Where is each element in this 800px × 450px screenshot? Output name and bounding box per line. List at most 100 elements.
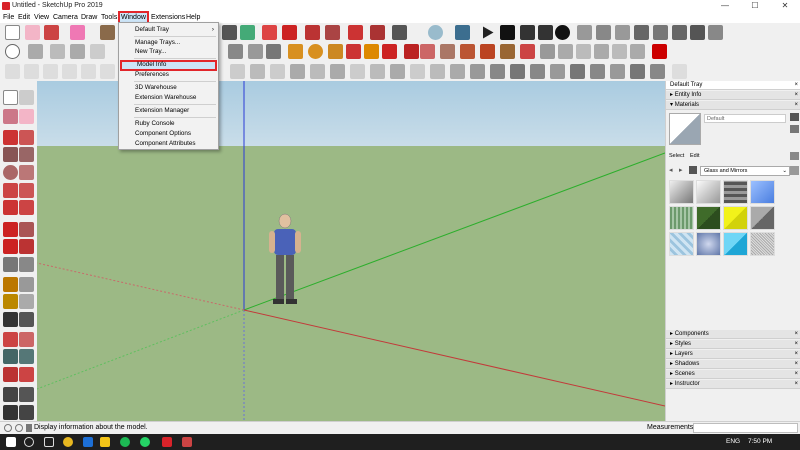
geo-location-icon[interactable] — [428, 25, 443, 40]
texture-icon-10[interactable] — [650, 64, 665, 79]
menu-help[interactable]: Help — [185, 13, 201, 22]
zoom-window-left-icon[interactable] — [19, 349, 34, 364]
sketchup-taskbar-icon[interactable] — [162, 437, 172, 447]
style-icon-4[interactable] — [62, 64, 77, 79]
close-button[interactable]: ✕ — [770, 0, 800, 12]
look-around-left-icon[interactable] — [19, 387, 34, 402]
previous-view-icon[interactable] — [500, 44, 515, 59]
previous-icon[interactable] — [19, 367, 34, 382]
material-name-field[interactable]: Default — [704, 114, 786, 123]
solid-tools-icon[interactable] — [615, 25, 630, 40]
look-around-icon[interactable] — [420, 44, 435, 59]
warehouse-icon[interactable] — [455, 25, 470, 40]
paint-bucket-icon[interactable] — [392, 25, 407, 40]
text-tool-icon[interactable] — [325, 25, 340, 40]
material-swatch[interactable] — [723, 206, 748, 230]
details-icon[interactable] — [790, 166, 799, 175]
line-icon[interactable] — [3, 130, 18, 145]
edge-style-icon-3[interactable] — [390, 64, 405, 79]
layers-header[interactable]: ▸ Layers × — [666, 350, 800, 359]
move-icon[interactable] — [3, 222, 18, 237]
menu-item-ruby-console[interactable]: Ruby Console — [120, 120, 217, 128]
components-header[interactable]: ▸ Components × — [666, 330, 800, 339]
axes-tool-icon-left[interactable] — [3, 312, 18, 327]
material-swatch[interactable] — [696, 180, 721, 204]
menu-draw[interactable]: Draw — [80, 13, 98, 22]
close-icon[interactable]: × — [794, 81, 798, 90]
zoom-extents-icon[interactable] — [480, 44, 495, 59]
section-cut-icon[interactable] — [382, 44, 397, 59]
stop-icon[interactable] — [500, 25, 515, 40]
edge-style-icon-1[interactable] — [350, 64, 365, 79]
shadows-icon[interactable] — [672, 25, 687, 40]
texture-icon-2[interactable] — [490, 64, 505, 79]
menu-view[interactable]: View — [33, 13, 50, 22]
walk-left-icon[interactable] — [3, 405, 18, 420]
credits-icon[interactable] — [15, 424, 23, 432]
menu-edit[interactable]: Edit — [17, 13, 31, 22]
zoom-extents-left-icon[interactable] — [3, 367, 18, 382]
protractor-tool-icon[interactable] — [3, 294, 18, 309]
create-material-icon[interactable] — [790, 113, 799, 121]
section-plane-icon[interactable] — [370, 25, 385, 40]
paint-tool-icon[interactable] — [346, 44, 361, 59]
style-icon-3[interactable] — [43, 64, 58, 79]
edge-style-icon-5[interactable] — [430, 64, 445, 79]
scale-icon[interactable] — [3, 257, 18, 272]
position-camera-left-icon[interactable] — [3, 387, 18, 402]
menu-item-3d-warehouse[interactable]: 3D Warehouse — [120, 84, 217, 92]
face-style-icon-4[interactable] — [290, 64, 305, 79]
material-swatch[interactable] — [696, 232, 721, 256]
close-icon[interactable]: × — [794, 360, 798, 369]
layers-icon[interactable] — [577, 25, 592, 40]
material-swatch[interactable] — [669, 206, 694, 230]
back-view-icon[interactable] — [612, 44, 627, 59]
texture-icon-8[interactable] — [610, 64, 625, 79]
rotate-icon[interactable] — [3, 239, 18, 254]
axes-icon[interactable] — [364, 44, 379, 59]
style-icon-5[interactable] — [81, 64, 96, 79]
material-swatch[interactable] — [750, 232, 775, 256]
edge-style-icon-2[interactable] — [370, 64, 385, 79]
user-icon[interactable] — [26, 424, 32, 432]
materials-header[interactable]: ▾ Materials × — [666, 101, 800, 110]
entity-info-header[interactable]: ▸ Entity Info × — [666, 91, 800, 100]
style-icon-2[interactable] — [24, 64, 39, 79]
library-select[interactable]: Glass and Mirrors ⌄ — [700, 166, 790, 176]
offset-tool-icon[interactable] — [262, 25, 277, 40]
flip-edge-icon[interactable] — [248, 44, 263, 59]
geo-icon[interactable] — [4, 424, 12, 432]
orbit-icon[interactable] — [3, 332, 18, 347]
tab-edit[interactable]: Edit — [690, 153, 699, 159]
style-icon-1[interactable] — [5, 64, 20, 79]
clock[interactable]: 7:50 PM — [748, 438, 772, 445]
prohibit-icon[interactable] — [5, 44, 20, 59]
arc-tool-icon[interactable] — [288, 44, 303, 59]
stamp-icon[interactable] — [70, 44, 85, 59]
face-style-icon-5[interactable] — [310, 64, 325, 79]
scenes-icon[interactable] — [708, 25, 723, 40]
play-icon[interactable] — [483, 26, 494, 39]
instructor-header[interactable]: ▸ Instructor × — [666, 380, 800, 389]
close-icon[interactable]: × — [794, 350, 798, 359]
menu-file[interactable]: File — [2, 13, 15, 22]
3d-text-icon[interactable] — [19, 312, 34, 327]
texture-icon-5[interactable] — [550, 64, 565, 79]
chrome-icon[interactable] — [63, 437, 73, 447]
menu-item-manage-trays[interactable]: Manage Trays... — [120, 39, 217, 47]
style-icon-6[interactable] — [100, 64, 115, 79]
task-view-icon[interactable] — [44, 437, 54, 447]
menu-tools[interactable]: Tools — [100, 13, 118, 22]
two-point-arc-icon[interactable] — [19, 183, 34, 198]
close-icon[interactable]: × — [794, 340, 798, 349]
dimension-icon[interactable] — [19, 277, 34, 292]
more-tools-icon[interactable] — [672, 64, 687, 79]
rectangle-icon[interactable] — [3, 147, 18, 162]
home-icon[interactable] — [689, 166, 697, 174]
select-icon[interactable] — [3, 90, 18, 105]
measurements-input[interactable] — [693, 423, 798, 433]
pie-icon[interactable] — [19, 200, 34, 215]
protractor-icon[interactable] — [328, 44, 343, 59]
outliner-icon[interactable] — [634, 25, 649, 40]
face-style-icon-6[interactable] — [330, 64, 345, 79]
